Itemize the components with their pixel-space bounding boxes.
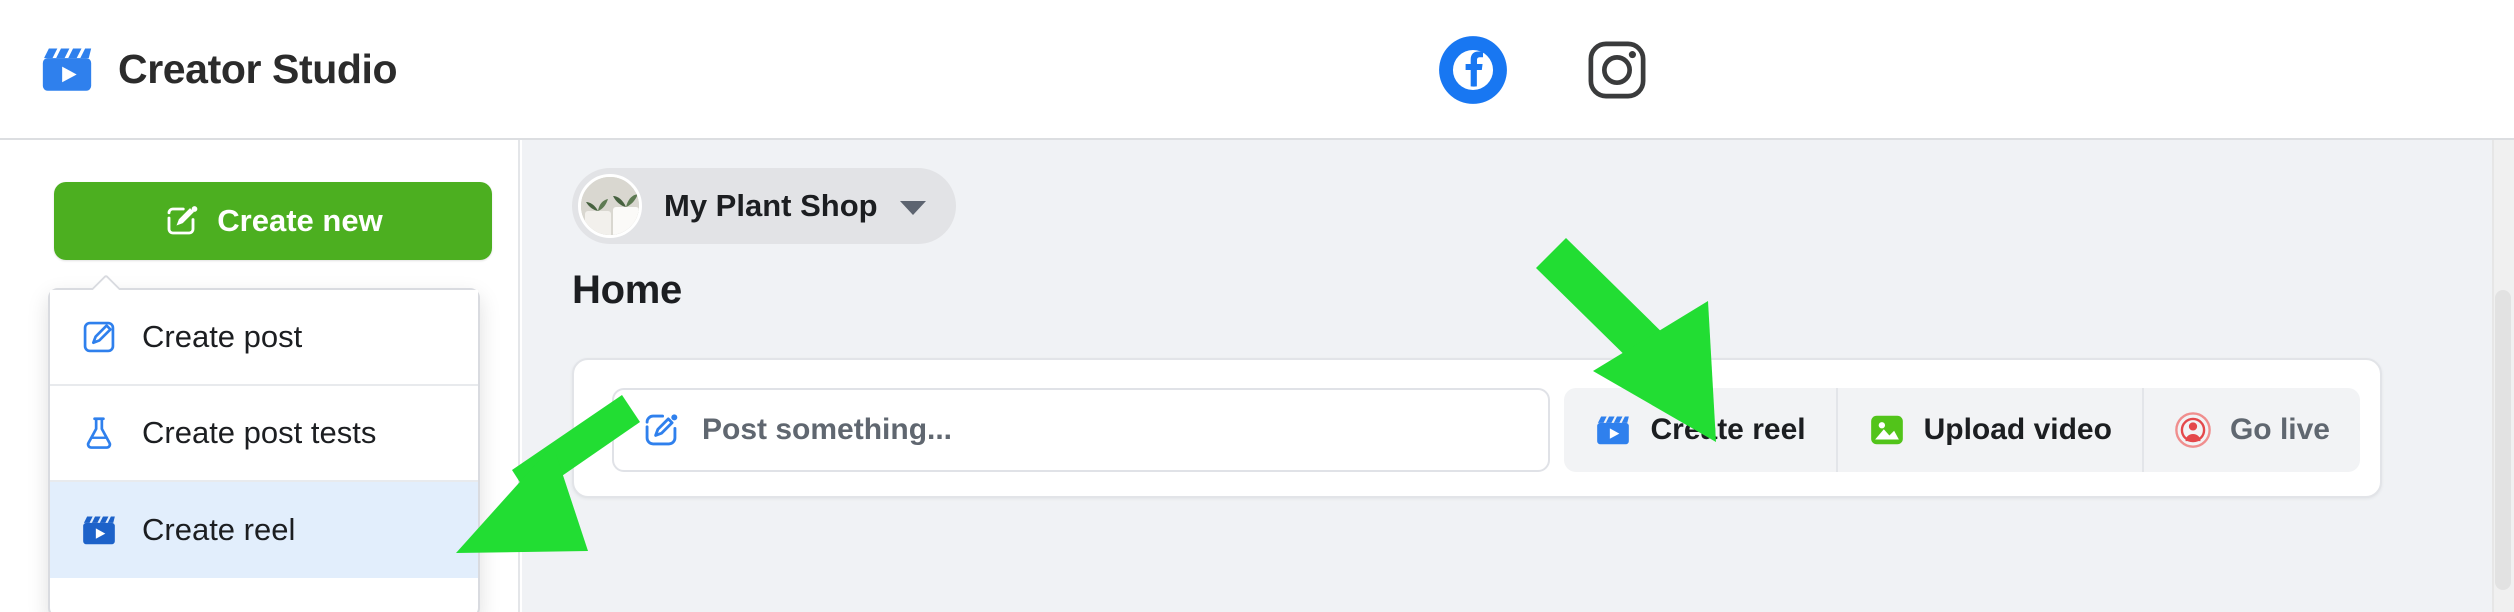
create-new-dropdown-menu: Create post Create post tests Create ree… [48,288,480,612]
edit-square-icon [642,411,680,449]
action-label: Go live [2229,413,2330,446]
tab-facebook[interactable] [1436,33,1510,107]
page-name: My Plant Shop [664,188,878,223]
composer-row: Post something... Create reel Upload vid… [612,388,2360,472]
menu-item-label: Create reel [142,512,296,547]
action-label: Create reel [1650,413,1806,446]
edit-square-icon [163,203,199,239]
page-selector[interactable]: My Plant Shop [572,168,956,244]
sidebar: Create new Create post Create post tests… [0,140,520,612]
post-input-placeholder: Post something... [702,413,953,446]
clapperboard-play-icon [80,511,118,549]
page-title: Home [572,268,682,312]
dropdown-caret-icon [90,274,120,290]
menu-item-label: Create post tests [142,415,377,450]
menu-item-create-post-tests[interactable]: Create post tests [50,386,478,482]
main-content: My Plant Shop Home Post something... Cre… [522,140,2514,612]
composer-card: Post something... Create reel Upload vid… [572,358,2382,498]
photo-image-icon [1868,411,1906,449]
instagram-icon [1584,37,1650,103]
page-scrollbar-thumb[interactable] [2495,290,2511,590]
chevron-down-icon [899,201,926,215]
edit-square-icon [80,318,118,356]
clapperboard-play-icon [38,40,96,98]
post-input[interactable]: Post something... [612,388,1551,472]
broadcast-live-icon [2174,411,2212,449]
flask-icon [80,414,118,452]
create-reel-button[interactable]: Create reel [1564,388,1838,472]
clapperboard-play-icon [1594,411,1632,449]
facebook-icon [1436,33,1510,107]
plant-avatar [581,177,639,235]
upload-video-button[interactable]: Upload video [1837,388,2144,472]
creator-studio-window: Creator Studio Create new Create post Cr… [0,0,2514,612]
tab-instagram[interactable] [1580,33,1654,107]
go-live-button[interactable]: Go live [2143,388,2360,472]
top-header-bar: Creator Studio [0,0,2514,140]
platform-tabs [1436,0,1654,140]
menu-item-create-post[interactable]: Create post [50,290,478,386]
page-scrollbar-track[interactable] [2492,140,2514,612]
menu-item-label: Create post [142,319,303,354]
app-title: Creator Studio [118,45,398,92]
avatar [578,174,642,238]
create-new-button[interactable]: Create new [54,182,492,260]
composer-action-group: Create reel Upload video Go live [1564,388,2360,472]
brand: Creator Studio [38,40,398,98]
menu-item-create-reel[interactable]: Create reel [50,482,478,578]
action-label: Upload video [1923,413,2112,446]
create-new-label: Create new [217,203,383,238]
